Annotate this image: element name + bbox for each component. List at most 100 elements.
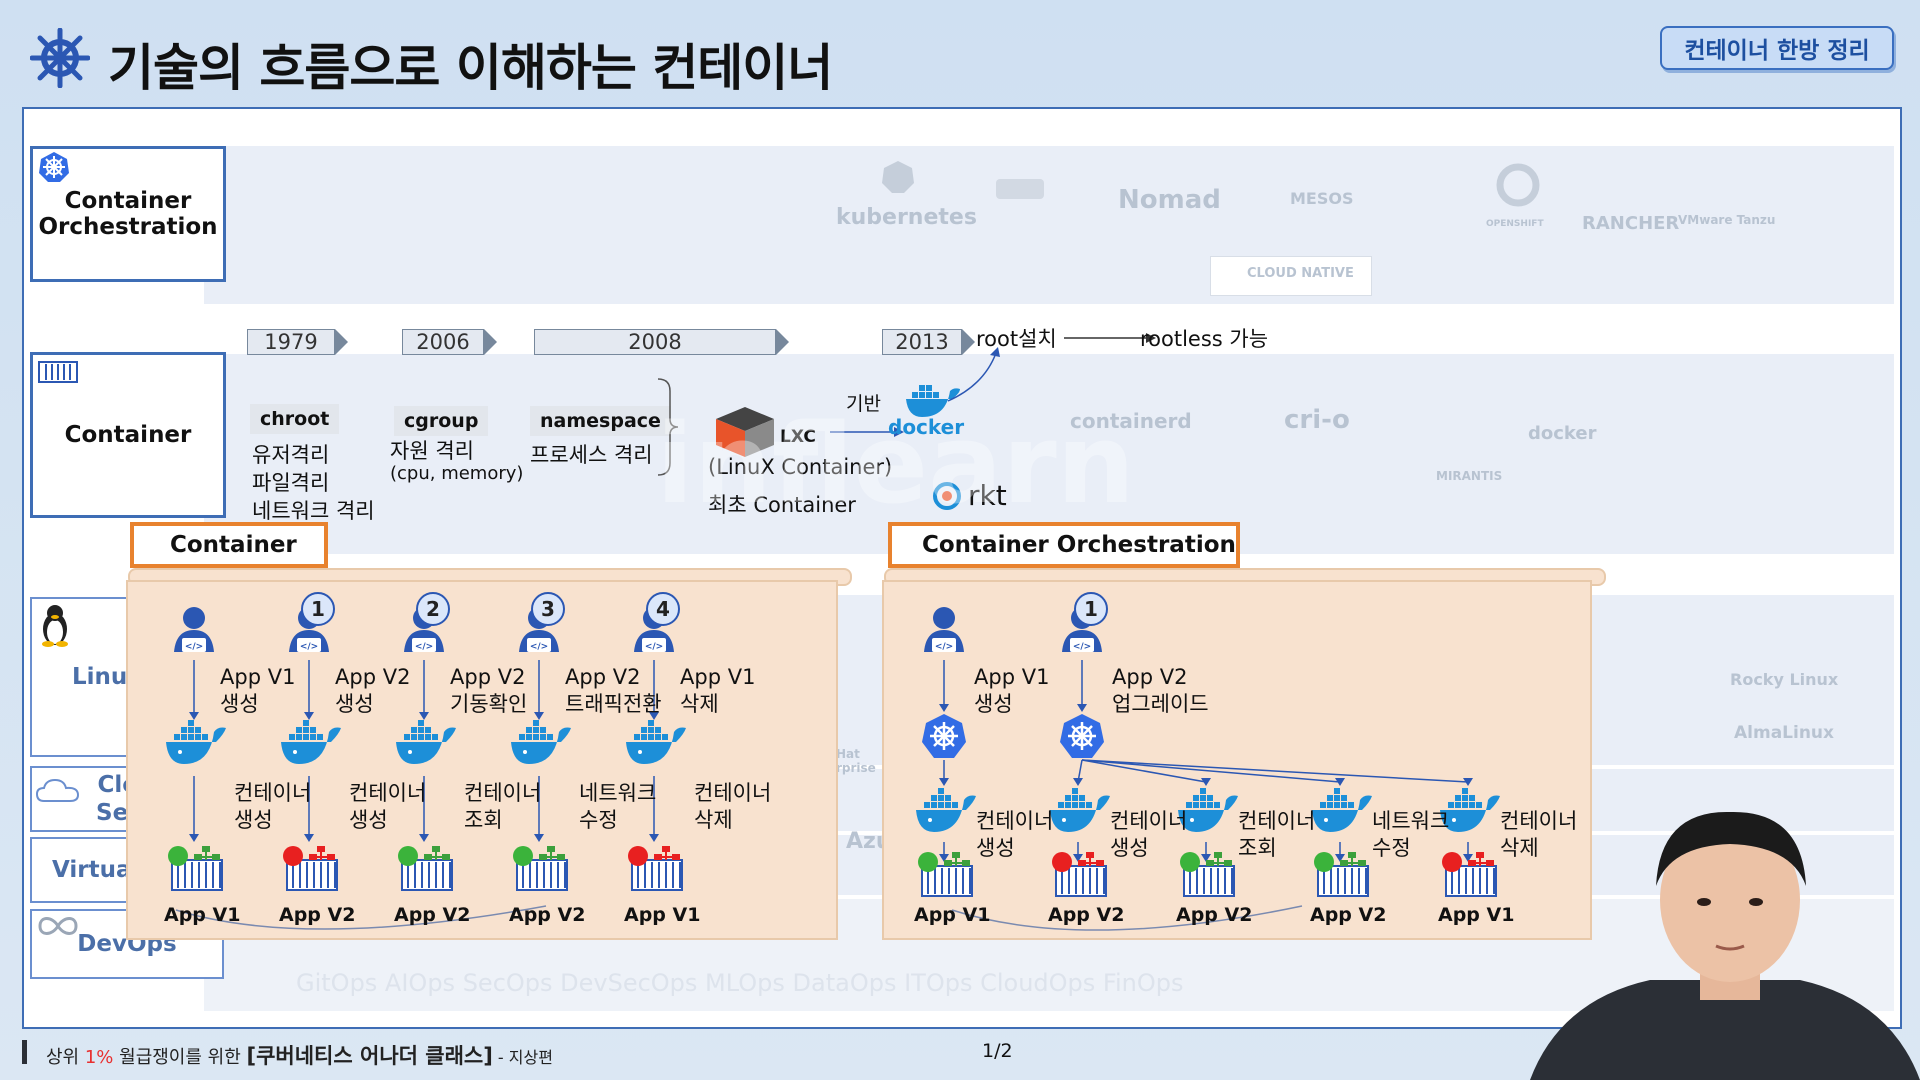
- presenter-video: [1530, 811, 1920, 1080]
- helm-wheel-icon: [30, 28, 90, 88]
- docker-whale-icon: [916, 788, 976, 832]
- logo-docker-faint: docker: [1528, 423, 1597, 444]
- logo-openshift: OPENSHIFT: [1486, 219, 1544, 229]
- arrow-head: [939, 704, 949, 712]
- summary-badge[interactable]: 컨테이너 한방 정리: [1660, 26, 1894, 70]
- logo-vmware-tanzu: VMware Tanzu: [1678, 213, 1776, 227]
- docker-whale-icon: [626, 720, 686, 764]
- step-action-label: App V2 생성: [335, 665, 411, 716]
- logo-redhat-fragment: Hat: [836, 747, 860, 761]
- arrow-head: [304, 834, 314, 842]
- arrow-head: [1077, 704, 1087, 712]
- footer-caption: 상위 1% 월급쟁이를 위한 [쿠버네티스 어나더 클래스] - 지상편: [46, 1040, 553, 1070]
- docker-whale-icon: [1050, 788, 1110, 832]
- cncf-badge: CLOUD NATIVE: [1210, 256, 1372, 296]
- step-action-label: App V2 트래픽전환: [565, 665, 662, 716]
- logo-rancher: RANCHER: [1582, 213, 1680, 234]
- kubernetes-icon: [922, 714, 966, 758]
- step-number-badge: 1: [301, 592, 335, 626]
- developer-icon: </>: [924, 607, 964, 652]
- year-2008: 2008: [534, 329, 789, 355]
- logo-mirantis: MIRANTIS: [1436, 469, 1503, 483]
- docker-whale-icon: [281, 720, 341, 764]
- app-version-label: App V1: [164, 904, 241, 926]
- footer-suffix: - 지상편: [492, 1048, 553, 1067]
- footer-bar: [22, 1040, 27, 1064]
- logo-kubernetes: kubernetes: [836, 205, 977, 230]
- arrow-head: [189, 834, 199, 842]
- arrow-head: [534, 834, 544, 842]
- arrow-head: [534, 712, 544, 720]
- logo-rocky-linux: Rocky Linux: [1730, 670, 1839, 689]
- app-container-icon: [283, 846, 338, 891]
- step-action-label: App V2 기동확인: [450, 665, 528, 716]
- year-2006: 2006: [402, 329, 497, 355]
- chip-chroot: chroot: [250, 404, 340, 434]
- app-version-label: App V1: [1438, 904, 1515, 926]
- arrow-head: [189, 712, 199, 720]
- year-1979: 1979: [247, 329, 348, 355]
- step-operation-label: 컨테이너 삭제: [694, 781, 772, 832]
- chroot-line-1: 유저격리: [252, 443, 330, 467]
- orchestration-operation-label: 컨테이너 생성: [976, 809, 1054, 860]
- docker-whale-icon: [396, 720, 456, 764]
- page-number: 1/2: [982, 1040, 1013, 1062]
- app-version-label: App V2: [279, 904, 356, 926]
- step-operation-label: 컨테이너 조회: [464, 781, 542, 832]
- svg-text:</>: </>: [185, 642, 203, 652]
- app-version-label: App V2: [1048, 904, 1125, 926]
- app-version-label: App V2: [1176, 904, 1253, 926]
- step-action-label: App V1 삭제: [680, 665, 756, 716]
- step-number-badge: 1: [1074, 592, 1108, 626]
- app-container-icon: [628, 846, 683, 891]
- arrow-head: [304, 712, 314, 720]
- logo-enterprise-fragment: rprise: [836, 761, 876, 775]
- app-version-label: App V1: [914, 904, 991, 926]
- page-title: 기술의 흐름으로 이해하는 컨테이너: [108, 39, 833, 97]
- app-version-label: App V1: [624, 904, 701, 926]
- docker-whale-icon: [1312, 788, 1372, 832]
- footer-course: [쿠버네티스 어나더 클래스]: [246, 1044, 493, 1068]
- svg-text:</>: </>: [300, 642, 318, 652]
- infinity-loop-icon: [38, 917, 78, 935]
- logo-nomad: Nomad: [1118, 185, 1221, 215]
- docker-whale-icon: [166, 720, 226, 764]
- tux-penguin-icon: [42, 605, 68, 647]
- openshift-faint-icon: [1496, 163, 1540, 207]
- svg-text:</>: </>: [530, 642, 548, 652]
- container-panel-diagram: </> </> </> </> </>: [166, 607, 686, 930]
- app-container-icon: [168, 846, 223, 891]
- footer-highlight: 1%: [84, 1047, 114, 1068]
- orchestration-panel-diagram: </> </>: [916, 607, 1500, 931]
- title-bar: 기술의 흐름으로 이해하는 컨테이너 컨테이너 한방 정리: [0, 0, 1920, 100]
- orchestration-action-label: App V2 업그레이드: [1112, 665, 1209, 716]
- container-box-icon: [38, 361, 78, 383]
- chip-cgroup: cgroup: [394, 406, 489, 436]
- watermark-logo: inflearn: [656, 400, 1135, 528]
- footer-prefix: 상위: [46, 1047, 85, 1068]
- svg-text:</>: </>: [645, 642, 663, 652]
- kubernetes-icon: [39, 152, 69, 182]
- footer-middle: 월급쟁이를 위한: [113, 1047, 247, 1068]
- orchestration-operation-label: 컨테이너 조회: [1238, 809, 1316, 860]
- svg-text:</>: </>: [1073, 642, 1091, 652]
- step-operation-label: 컨테이너 생성: [234, 781, 312, 832]
- svg-text:</>: </>: [415, 642, 433, 652]
- arrow-head: [419, 834, 429, 842]
- step-number-badge: 2: [416, 592, 450, 626]
- step-action-label: App V1 생성: [220, 665, 296, 716]
- app-version-label: App V2: [1310, 904, 1387, 926]
- arrow-head: [649, 834, 659, 842]
- cgroup-line-1: 자원 격리: [390, 439, 474, 463]
- arrow-head: [939, 778, 949, 786]
- chip-namespace: namespace: [530, 406, 671, 436]
- arrow-head: [419, 712, 429, 720]
- step-number-badge: 4: [646, 592, 680, 626]
- rootless-label: rootless 가능: [1140, 327, 1269, 351]
- devops-terms: GitOps AIOps SecOps DevSecOps MLOps Data…: [296, 969, 1184, 997]
- chroot-line-3: 네트워크 격리: [252, 499, 375, 523]
- arrow-head: [1073, 778, 1083, 786]
- app-container-icon: [398, 846, 453, 891]
- logo-almalinux: AlmaLinux: [1734, 723, 1834, 743]
- chroot-line-2: 파일격리: [252, 471, 330, 495]
